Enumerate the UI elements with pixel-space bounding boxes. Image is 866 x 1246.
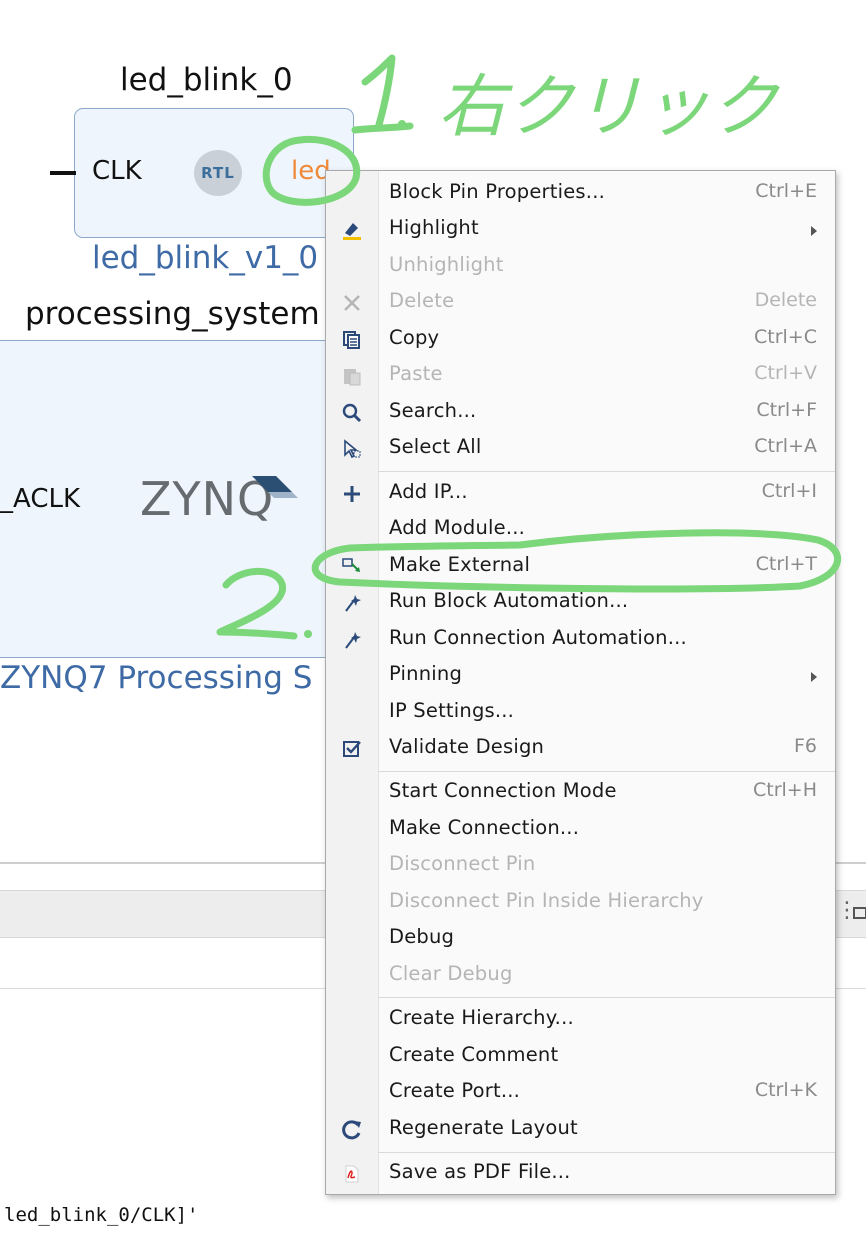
led-blink-instance-name: led_blink_0 xyxy=(120,62,293,98)
submenu-arrow-icon xyxy=(811,226,817,236)
highlight-icon xyxy=(339,217,365,243)
console-line: led_blink_0/CLK]' xyxy=(4,1204,199,1226)
zynq-type-label: ZYNQ7 Processing S xyxy=(0,660,313,696)
menu-item-disconnect-pin[interactable]: Disconnect Pin xyxy=(326,848,835,884)
menu-separator xyxy=(378,771,835,772)
menu-item-pinning[interactable]: Pinning xyxy=(326,658,835,694)
aclk-pin-label[interactable]: _ACLK xyxy=(0,484,80,514)
search-icon xyxy=(339,400,365,426)
menu-item-validate-design[interactable]: Validate Design F6 xyxy=(326,731,835,767)
annotation-digit-1 xyxy=(351,54,414,134)
wand-icon xyxy=(339,590,365,616)
menu-item-run-block-automation[interactable]: Run Block Automation... xyxy=(326,585,835,621)
restore-pane-icon[interactable] xyxy=(853,907,866,919)
menu-item-start-connection-mode[interactable]: Start Connection Mode Ctrl+H xyxy=(326,775,835,811)
pdf-icon xyxy=(339,1161,365,1187)
menu-separator xyxy=(378,1152,835,1153)
menu-item-disconnect-pin-inside-hierarchy[interactable]: Disconnect Pin Inside Hierarchy xyxy=(326,885,835,921)
menu-item-block-pin-properties[interactable]: Block Pin Properties... Ctrl+E xyxy=(326,176,835,212)
menu-item-select-all[interactable]: Select All Ctrl+A xyxy=(326,431,835,467)
menu-item-save-as-pdf[interactable]: Save as PDF File... xyxy=(326,1156,835,1192)
annotation-dot-1 xyxy=(398,120,406,128)
make-external-icon xyxy=(339,554,365,580)
menu-item-unhighlight[interactable]: Unhighlight xyxy=(326,249,835,285)
menu-item-add-module[interactable]: Add Module... xyxy=(326,512,835,548)
clk-pin-label[interactable]: CLK xyxy=(92,156,142,186)
submenu-arrow-icon xyxy=(811,672,817,682)
led-blink-type-label: led_blink_v1_0 xyxy=(92,240,319,276)
menu-item-ip-settings[interactable]: IP Settings... xyxy=(326,695,835,731)
menu-item-make-external[interactable]: Make External Ctrl+T xyxy=(326,549,835,585)
refresh-icon xyxy=(339,1117,365,1143)
menu-item-delete[interactable]: Delete Delete xyxy=(326,285,835,321)
add-icon xyxy=(339,481,365,507)
annotation-step1-text: 右クリック xyxy=(438,68,780,147)
menu-item-copy[interactable]: Copy Ctrl+C xyxy=(326,322,835,358)
rtl-badge-icon: RTL xyxy=(194,150,242,196)
menu-separator xyxy=(378,471,835,472)
menu-item-highlight[interactable]: Highlight xyxy=(326,212,835,248)
zynq-logo: ZYNQ xyxy=(140,472,298,526)
menu-item-create-hierarchy[interactable]: Create Hierarchy... xyxy=(326,1002,835,1038)
menu-item-regenerate-layout[interactable]: Regenerate Layout xyxy=(326,1112,835,1148)
context-menu: Block Pin Properties... Ctrl+E Highlight… xyxy=(325,170,836,1195)
menu-item-debug[interactable]: Debug xyxy=(326,921,835,957)
menu-item-search[interactable]: Search... Ctrl+F xyxy=(326,395,835,431)
menu-item-create-comment[interactable]: Create Comment xyxy=(326,1039,835,1075)
menu-item-clear-debug[interactable]: Clear Debug xyxy=(326,958,835,994)
menu-item-make-connection[interactable]: Make Connection... xyxy=(326,812,835,848)
zynq-instance-name: processing_system xyxy=(25,296,320,332)
menu-item-paste[interactable]: Paste Ctrl+V xyxy=(326,358,835,394)
zynq-logo-arrow-icon xyxy=(252,476,298,498)
paste-icon xyxy=(339,363,365,389)
menu-item-add-ip[interactable]: Add IP... Ctrl+I xyxy=(326,476,835,512)
validate-icon xyxy=(339,736,365,762)
clk-pin-wire xyxy=(50,171,76,175)
select-all-icon xyxy=(339,436,365,462)
menu-item-create-port[interactable]: Create Port... Ctrl+K xyxy=(326,1075,835,1111)
wand-icon xyxy=(339,627,365,653)
delete-icon xyxy=(339,290,365,316)
menu-separator xyxy=(378,997,835,998)
copy-icon xyxy=(339,327,365,353)
menu-item-run-connection-automation[interactable]: Run Connection Automation... xyxy=(326,622,835,658)
